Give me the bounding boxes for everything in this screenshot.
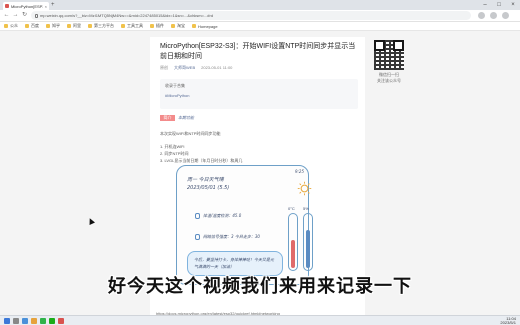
bookmark-item[interactable]: 工具工具 (121, 23, 143, 29)
therm2-fill (306, 230, 310, 268)
author-link[interactable]: 大师哥WEB (174, 65, 195, 71)
menu-icon[interactable] (502, 12, 509, 19)
sun-icon (297, 181, 312, 196)
original-badge: 原创 (160, 65, 168, 70)
system-tray-clock[interactable]: 11:04 2023/5/1 (500, 317, 516, 325)
taskbar: 11:04 2023/5/1 (0, 315, 520, 325)
list-item: 3. LVGL显示当前日期（年月日时分秒）和周几 (160, 158, 243, 163)
therm1-fill (291, 240, 295, 268)
therm1-bar (288, 213, 298, 271)
bookmark-item[interactable]: 阿里 (67, 23, 81, 29)
back-icon[interactable]: ← (2, 11, 11, 20)
qr-caption: 微信扫一扫 关注该公众号 (377, 72, 401, 83)
bookmark-item[interactable]: 淘宝 (171, 23, 185, 29)
therm2-bar (303, 213, 313, 271)
taskview-icon[interactable] (22, 318, 28, 324)
illustration-clock: 9:25 (295, 169, 304, 174)
chrome-icon[interactable] (40, 318, 46, 324)
signal-icon (195, 234, 200, 240)
article-meta: 原创 大师哥WEB 2023-05-01 11:00 (160, 65, 232, 71)
bookmark-item[interactable]: 公众 (4, 23, 18, 29)
bookmark-item[interactable]: 知乎 (46, 23, 60, 29)
url-input[interactable]: mp.weixin.qq.com/s?__biz=MzI1MTQ5NjM4Nw=… (31, 11, 471, 20)
start-icon[interactable] (4, 318, 10, 324)
collection-tag[interactable]: #MicroPython (165, 93, 353, 98)
app-icon[interactable] (58, 318, 64, 324)
section-badge: 简介 (160, 115, 175, 121)
forward-icon[interactable]: → (11, 11, 20, 20)
browser-tab[interactable]: MicroPython[ESP32-S3]... × (3, 2, 49, 10)
minimize-icon[interactable]: – (478, 0, 492, 10)
folder-icon (88, 24, 92, 28)
bookmark-label: 插件 (156, 23, 164, 28)
wechat-icon[interactable] (49, 318, 55, 324)
new-tab-icon[interactable]: + (51, 2, 55, 9)
extensions-icon[interactable] (478, 12, 485, 19)
device-illustration: 周一 今日天气晴 2023/05/01 (5.5) 9:25 体温/温度检测：4… (176, 165, 313, 285)
folder-icon (150, 24, 154, 28)
folder-icon (46, 24, 50, 28)
folder-icon (4, 24, 8, 28)
collection-label: 收录于合集 (165, 83, 185, 88)
lock-icon (35, 13, 38, 18)
qr-code-icon (374, 40, 404, 70)
tab-close-icon[interactable]: × (45, 4, 47, 9)
folder-icon (121, 24, 125, 28)
bookmark-label: 百度 (31, 23, 39, 28)
search-icon[interactable] (13, 318, 19, 324)
illustration-temp-text: 体温/温度检测：45.0 (203, 213, 242, 218)
therm2-label: 5% (303, 206, 309, 211)
intro-text: 本次实现WIFI和NTP时间同步功能 (160, 131, 221, 136)
illustration-signal-text: 网络信号强度：3 今日走步：30 (203, 234, 260, 239)
bookmarks-bar: 公众 百度 知乎 阿里 第三方平台 工具工具 插件 淘宝 Homepage (0, 22, 520, 31)
thermometer-icon (195, 213, 200, 219)
tray-date: 2023/5/1 (500, 320, 516, 325)
close-window-icon[interactable]: × (506, 0, 520, 10)
illustration-temp-row: 体温/温度检测：45.0 (195, 213, 241, 219)
bookmark-label: 工具工具 (127, 23, 143, 28)
wechat-favicon-icon (5, 4, 9, 8)
qr-card: 微信扫一扫 关注该公众号 (369, 40, 409, 90)
feature-list: 1. 开机连WiFi 2. 同步NTP时间 3. LVGL显示当前日期（年月日时… (160, 143, 242, 164)
screen: MicroPython[ESP32-S3]... × + – □ × ← → ↻… (0, 0, 520, 325)
url-text: mp.weixin.qq.com/s?__biz=MzI1MTQ5NjM4Nw=… (40, 13, 214, 18)
bookmark-label: Homepage (198, 23, 218, 29)
explorer-icon[interactable] (31, 318, 37, 324)
list-item: 1. 开机连WiFi (160, 144, 185, 149)
bookmark-item[interactable]: 第三方平台 (88, 23, 114, 29)
bookmark-item[interactable]: 插件 (150, 23, 164, 29)
list-item: 2. 同步NTP时间 (160, 151, 189, 156)
reload-icon[interactable]: ↻ (20, 11, 29, 20)
bookmark-item[interactable]: Homepage (192, 24, 218, 29)
bookmark-label: 阿里 (73, 23, 81, 28)
tab-title: MicroPython[ESP32-S3]... (11, 3, 43, 9)
bookmark-label: 知乎 (52, 23, 60, 28)
section-note: 本期功能 (178, 115, 194, 120)
therm1-label: 0°C (288, 206, 295, 211)
folder-icon (67, 24, 71, 28)
maximize-icon[interactable]: □ (492, 0, 506, 10)
folder-icon (192, 24, 196, 28)
bookmark-label: 公众 (10, 23, 18, 28)
bookmark-label: 淘宝 (177, 23, 185, 28)
video-subtitle: 好今天这个视频我们来用来记录一下 (108, 276, 412, 297)
publish-date: 2023-05-01 11:00 (201, 65, 233, 70)
illustration-date: 2023/05/01 (5.5) (187, 185, 230, 191)
bookmark-label: 第三方平台 (94, 23, 114, 28)
bookmark-item[interactable]: 百度 (25, 23, 39, 29)
folder-icon (171, 24, 175, 28)
illustration-day: 周一 今日天气晴 (187, 177, 224, 183)
profile-icon[interactable] (490, 12, 497, 19)
tab-strip: MicroPython[ESP32-S3]... × + – □ × (0, 0, 520, 10)
folder-icon (25, 24, 29, 28)
illustration-signal-row: 网络信号强度：3 今日走步：30 (195, 234, 260, 240)
article-title: MicroPython[ESP32-S3]：开始WIFI设置NTP时间同步并显示… (160, 43, 356, 60)
mouse-cursor-icon (87, 217, 95, 225)
collection-box[interactable]: 收录于合集 #MicroPython (160, 79, 358, 109)
address-bar: ← → ↻ mp.weixin.qq.com/s?__biz=MzI1MTQ5N… (0, 10, 520, 22)
